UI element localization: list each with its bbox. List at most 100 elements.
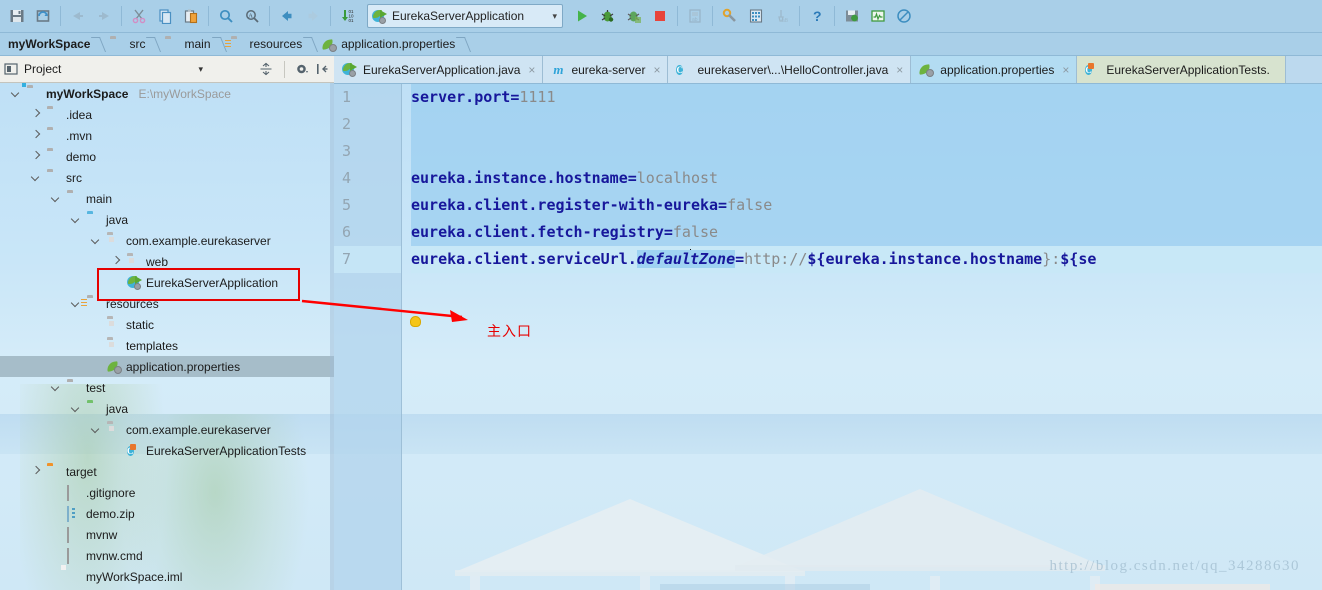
close-icon[interactable]: ×: [1062, 63, 1069, 77]
code-line[interactable]: eureka.instance.hostname=localhost: [411, 165, 1322, 192]
breadcrumb-item-src[interactable]: src: [104, 33, 149, 56]
chevron-right-icon[interactable]: [30, 129, 43, 142]
back-button[interactable]: [274, 3, 300, 29]
chevron-down-icon[interactable]: [10, 87, 23, 100]
gutter-line-number[interactable]: 4: [334, 165, 401, 192]
paste-button[interactable]: [178, 3, 204, 29]
chevron-right-icon[interactable]: [30, 465, 43, 478]
tree-node-gitignore[interactable]: .gitignore: [0, 482, 334, 503]
run-coverage-button[interactable]: [621, 3, 647, 29]
editor-tab-eureka-server[interactable]: m eureka-server ×: [543, 56, 669, 83]
tree-node-label: src: [66, 170, 82, 185]
code-line[interactable]: eureka.client.serviceUrl.defaultZone=htt…: [411, 246, 1322, 273]
tree-node-templates[interactable]: templates: [0, 335, 334, 356]
breadcrumb-item-main[interactable]: main: [159, 33, 214, 56]
sync-button[interactable]: [30, 3, 56, 29]
compile-button[interactable]: 01 10 01: [335, 3, 361, 29]
chevron-right-icon[interactable]: [110, 255, 123, 268]
code-line[interactable]: eureka.client.fetch-registry=false: [411, 219, 1322, 246]
tree-node-test[interactable]: test: [0, 377, 334, 398]
breadcrumb-item-application-properties[interactable]: application.properties: [316, 33, 459, 56]
project-structure-button[interactable]: [743, 3, 769, 29]
tree-node-mvnw[interactable]: mvnw: [0, 524, 334, 545]
cut-button[interactable]: [126, 3, 152, 29]
help-button[interactable]: ?: [804, 3, 830, 29]
settings-button[interactable]: [717, 3, 743, 29]
close-icon[interactable]: ×: [653, 63, 660, 77]
code-line[interactable]: [411, 111, 1322, 138]
tree-node-com-example-eurekaserver[interactable]: com.example.eurekaserver: [0, 419, 334, 440]
run-button[interactable]: [569, 3, 595, 29]
breadcrumb-item-resources[interactable]: resources: [224, 33, 307, 56]
save-all-button[interactable]: [4, 3, 30, 29]
test-class-icon: C: [1085, 63, 1094, 75]
redo-button[interactable]: [91, 3, 117, 29]
tree-node-mvn[interactable]: .mvn: [0, 125, 334, 146]
maven-module-icon: m: [553, 61, 564, 77]
code-editor[interactable]: 1234567 server.port=1111 eureka.instance…: [334, 84, 1322, 590]
code-line[interactable]: [411, 138, 1322, 165]
editor-code-area[interactable]: server.port=1111 eureka.instance.hostnam…: [403, 84, 1322, 590]
update-app-button[interactable]: ab: [682, 3, 708, 29]
sdk-button[interactable]: aB: [769, 3, 795, 29]
gutter-line-number[interactable]: 2: [334, 111, 401, 138]
tree-node-application-properties[interactable]: application.properties: [0, 356, 334, 377]
save-chip-button[interactable]: [839, 3, 865, 29]
undo-button[interactable]: [65, 3, 91, 29]
tree-node-com-example-eurekaserver[interactable]: com.example.eurekaserver: [0, 230, 334, 251]
tree-node-demo-zip[interactable]: demo.zip: [0, 503, 334, 524]
editor-gutter[interactable]: 1234567: [334, 84, 402, 590]
project-tool-window: Project ▾ myWorkSpace E:\myWorkSpace .idea…: [0, 56, 334, 590]
tree-node-src[interactable]: src: [0, 167, 334, 188]
editor-tab-eurekaserverapplicationtests[interactable]: C EurekaServerApplicationTests.: [1077, 56, 1286, 83]
tree-node-mvnw-cmd[interactable]: mvnw.cmd: [0, 545, 334, 566]
tree-node-myworkspace-iml[interactable]: myWorkSpace.iml: [0, 566, 334, 587]
replace-button[interactable]: A: [239, 3, 265, 29]
tree-node-main[interactable]: main: [0, 188, 334, 209]
forward-button[interactable]: [300, 3, 326, 29]
tree-node-java[interactable]: java: [0, 398, 334, 419]
editor-tab-eurekaserver-hellocontroller-java[interactable]: Ceurekaserver\...\HelloController.java ×: [668, 56, 912, 83]
run-configuration-selector[interactable]: EurekaServerApplication ▾: [367, 4, 563, 28]
find-button[interactable]: [213, 3, 239, 29]
gutter-line-number[interactable]: 7: [334, 246, 401, 273]
chevron-down-icon[interactable]: [50, 192, 63, 205]
gutter-line-number[interactable]: 6: [334, 219, 401, 246]
tree-node-myworkspace[interactable]: myWorkSpace E:\myWorkSpace: [0, 83, 334, 104]
close-icon[interactable]: ×: [896, 63, 903, 77]
tree-node-java[interactable]: java: [0, 209, 334, 230]
chevron-down-icon[interactable]: [70, 402, 83, 415]
breadcrumb-item-myworkspace[interactable]: myWorkSpace: [2, 33, 94, 56]
code-line[interactable]: eureka.client.register-with-eureka=false: [411, 192, 1322, 219]
tree-node-demo[interactable]: demo: [0, 146, 334, 167]
tree-node-static[interactable]: static: [0, 314, 334, 335]
tree-node-idea[interactable]: .idea: [0, 104, 334, 125]
chevron-down-icon[interactable]: [70, 213, 83, 226]
stop-button[interactable]: [647, 3, 673, 29]
tree-node-eurekaserverapplicationtests[interactable]: C EurekaServerApplicationTests: [0, 440, 334, 461]
copy-button[interactable]: [152, 3, 178, 29]
gutter-line-number[interactable]: 5: [334, 192, 401, 219]
chevron-down-icon[interactable]: [50, 381, 63, 394]
chevron-down-icon[interactable]: [90, 234, 103, 247]
gear-icon[interactable]: [295, 62, 310, 77]
monitor-button[interactable]: [865, 3, 891, 29]
chevron-right-icon[interactable]: [30, 108, 43, 121]
debug-button[interactable]: [595, 3, 621, 29]
hide-panel-icon[interactable]: [315, 62, 330, 77]
close-icon[interactable]: ×: [528, 63, 535, 77]
chevron-down-icon[interactable]: [30, 171, 43, 184]
code-line[interactable]: server.port=1111: [411, 84, 1322, 111]
chevron-down-icon[interactable]: [90, 423, 103, 436]
no-entry-button[interactable]: [891, 3, 917, 29]
editor-tab-eurekaserverapplication-java[interactable]: EurekaServerApplication.java ×: [334, 56, 544, 83]
chevron-down-icon[interactable]: ▾: [198, 64, 203, 75]
editor-tab-application-properties[interactable]: application.properties ×: [911, 56, 1078, 83]
gutter-line-number[interactable]: 1: [334, 84, 401, 111]
tree-node-target[interactable]: target: [0, 461, 334, 482]
code-property-key: eureka.client.fetch-registry: [411, 223, 664, 241]
collapse-all-icon[interactable]: [259, 62, 274, 77]
project-tree[interactable]: myWorkSpace E:\myWorkSpace .idea .mvn demo sr…: [0, 83, 334, 590]
chevron-right-icon[interactable]: [30, 150, 43, 163]
gutter-line-number[interactable]: 3: [334, 138, 401, 165]
